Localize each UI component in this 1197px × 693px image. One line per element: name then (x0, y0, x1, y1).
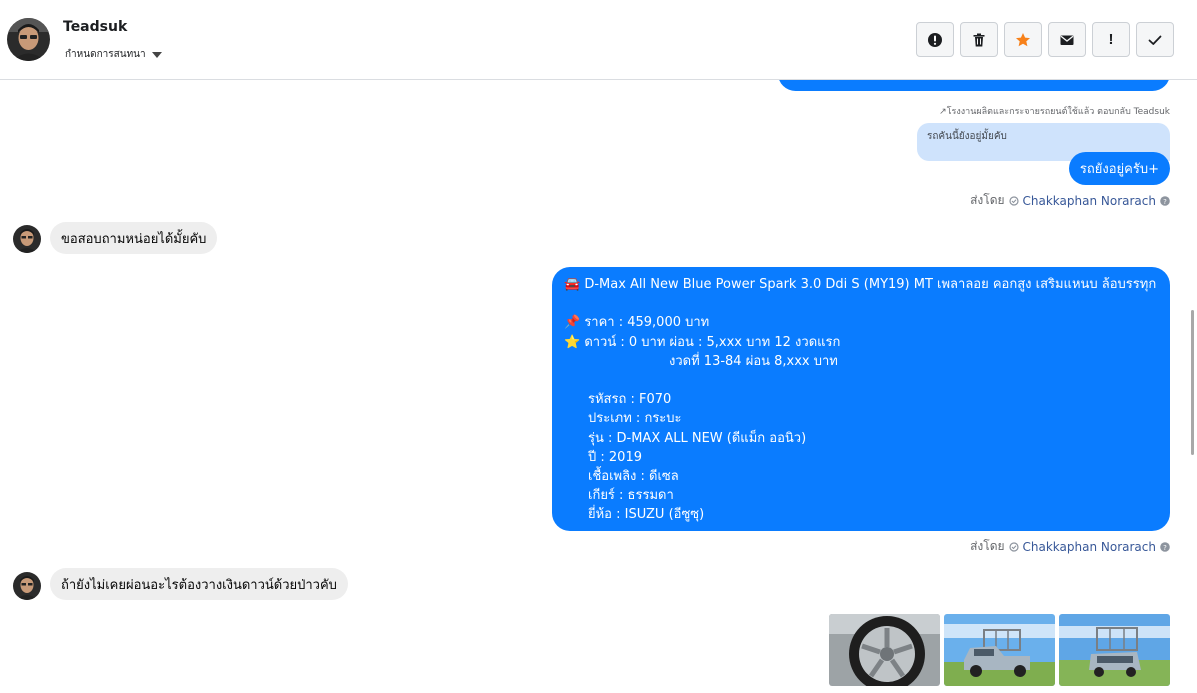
exclamation-icon: ! (1108, 31, 1114, 48)
customer-message-bubble: ถ้ายังไม่เคยผ่อนอะไรต้องวางเงินดาวน์ด้วย… (50, 568, 348, 600)
alert-circle-icon (928, 32, 942, 47)
listing-brand: ยี่ห้อ : ISUZU (อีซูซุ) (588, 507, 705, 523)
contact-name: Teadsuk (63, 19, 128, 35)
assign-conversation-dropdown[interactable]: กำหนดการสนทนา (65, 47, 162, 62)
svg-text:?: ? (1163, 198, 1167, 206)
sent-by-line: ส่งโดย Chakkaphan Norarach ? (970, 191, 1170, 210)
envelope-icon (1060, 35, 1074, 45)
delete-button[interactable] (960, 22, 998, 57)
car-listing-message: 🚘 D-Max All New Blue Power Spark 3.0 Ddi… (552, 267, 1170, 531)
listing-model: รุ่น : D-MAX ALL NEW (ดีแม็ก ออนิว) (588, 430, 807, 446)
scrollbar-thumb[interactable] (1191, 310, 1194, 455)
mark-unread-button[interactable] (1048, 22, 1086, 57)
listing-installments: งวดที่ 13-84 ผ่อน 8,xxx บาท (669, 353, 838, 369)
check-icon (1148, 35, 1162, 45)
listing-year: ปี : 2019 (588, 449, 642, 465)
photo-attachments (829, 614, 1170, 686)
done-button[interactable] (1136, 22, 1174, 57)
trash-icon (973, 33, 985, 46)
star-button[interactable] (1004, 22, 1042, 57)
photo-truck-front[interactable] (944, 614, 1055, 686)
sent-by-line: ส่งโดย Chakkaphan Norarach ? (970, 537, 1170, 556)
star-icon (1016, 32, 1030, 46)
listing-code: รหัสรถ : F070 (588, 392, 672, 408)
photo-truck-side[interactable] (1059, 614, 1170, 686)
customer-avatar[interactable] (13, 572, 41, 600)
sent-by-label: ส่งโดย (970, 193, 1005, 207)
photo-wheel[interactable] (829, 614, 940, 686)
reply-context-note: ↗โรงงานผลิตและกระจายรถยนต์ใช้แล้ว ตอบกลั… (939, 107, 1170, 117)
contact-avatar[interactable] (7, 18, 50, 61)
agent-reply-bubble: รถยังอยู่ครับ+ (1068, 152, 1170, 185)
help-icon[interactable]: ? (1160, 195, 1170, 206)
header-actions: ! (916, 22, 1174, 57)
agent-name-link[interactable]: Chakkaphan Norarach (1023, 194, 1156, 208)
agent-name-link[interactable]: Chakkaphan Norarach (1023, 540, 1156, 554)
assign-label: กำหนดการสนทนา (65, 49, 146, 60)
listing-type: ประเภท : กระบะ (588, 411, 682, 427)
customer-message-bubble: ขอสอบถามหน่อยได้มั้ยคับ (50, 222, 218, 254)
spam-button[interactable]: ! (1092, 22, 1130, 57)
listing-price: 📌 ราคา : 459,000 บาท (564, 315, 710, 331)
sent-by-label: ส่งโดย (970, 539, 1005, 553)
listing-fuel: เชื้อเพลิง : ดีเซล (588, 468, 679, 484)
listing-down-payment: ⭐ ดาวน์ : 0 บาท ผ่อน : 5,xxx บาท 12 งวดแ… (564, 334, 841, 350)
report-button[interactable] (916, 22, 954, 57)
chat-window: Teadsuk กำหนดการสนทนา ! ↗โรงงานผลิตและกร… (0, 0, 1197, 693)
help-icon[interactable]: ? (1160, 541, 1170, 552)
listing-title: 🚘 D-Max All New Blue Power Spark 3.0 Ddi… (564, 277, 1157, 292)
agent-status-icon (1008, 195, 1019, 206)
agent-status-icon (1008, 541, 1019, 552)
caret-down-icon (151, 51, 162, 58)
svg-text:?: ? (1163, 544, 1167, 552)
conversation-header: Teadsuk กำหนดการสนทนา ! (0, 0, 1197, 80)
listing-gear: เกียร์ : ธรรมดา (588, 488, 674, 504)
customer-avatar[interactable] (13, 225, 41, 253)
